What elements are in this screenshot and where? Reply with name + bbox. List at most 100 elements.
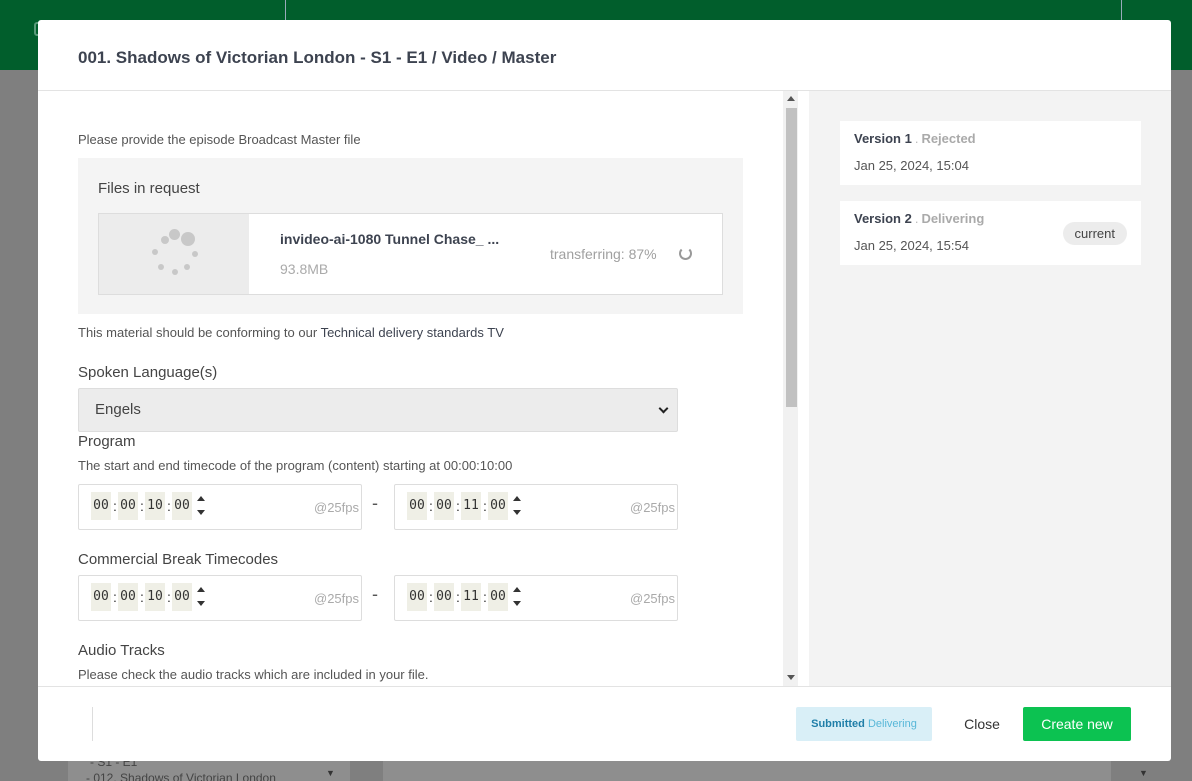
timecode-separator: : (113, 498, 117, 514)
version-title: Version 1 (854, 131, 912, 146)
fps-label: @25fps (630, 500, 675, 515)
increment-icon[interactable] (197, 587, 205, 592)
form-scrollbar[interactable] (783, 91, 798, 686)
timecode-frames[interactable]: 00 (172, 583, 192, 611)
separator-dot: . (914, 211, 919, 226)
spinner-dot (192, 251, 198, 257)
version-status: Delivering (921, 211, 985, 226)
current-version-badge: current (1062, 222, 1127, 245)
timecode-hours[interactable]: 00 (407, 492, 427, 520)
files-in-request: Files in request invideo-ai-1080 Tunnel … (78, 158, 743, 314)
increment-icon[interactable] (513, 496, 521, 501)
timecode-separator: : (483, 498, 487, 514)
range-separator: - (372, 493, 378, 513)
timecode-seconds[interactable]: 10 (145, 492, 165, 520)
modal-body: Please provide the episode Broadcast Mas… (38, 91, 1171, 686)
timecode-separator: : (456, 589, 460, 605)
file-card[interactable]: invideo-ai-1080 Tunnel Chase_ ... 93.8MB… (98, 213, 723, 295)
spoken-language-value: Engels (95, 401, 141, 418)
timecode-hours[interactable]: 00 (91, 583, 111, 611)
status-badge: Submitted Delivering (796, 707, 932, 741)
request-form: Please provide the episode Broadcast Mas… (38, 91, 798, 686)
timecode-frames[interactable]: 00 (172, 492, 192, 520)
timecode-separator: : (483, 589, 487, 605)
timecode-separator: : (140, 589, 144, 605)
fps-label: @25fps (314, 591, 359, 606)
timecode-hours[interactable]: 00 (91, 492, 111, 520)
timecode-frames[interactable]: 00 (488, 492, 508, 520)
spinner-dot (181, 232, 195, 246)
conform-notice: This material should be conforming to ou… (78, 325, 504, 340)
version-title: Version 2 (854, 211, 912, 226)
timecode-seconds[interactable]: 11 (461, 492, 481, 520)
program-start-timecode[interactable]: 00 : 00 : 10 : 00 @25fps (78, 484, 362, 530)
loading-spinner-icon (99, 214, 249, 294)
header-divider (1121, 0, 1122, 20)
timecode-separator: : (456, 498, 460, 514)
audio-tracks-label: Audio Tracks (78, 642, 165, 659)
decrement-icon[interactable] (513, 601, 521, 606)
chevron-down-icon: ▼ (326, 768, 335, 778)
decrement-icon[interactable] (197, 601, 205, 606)
timecode-separator: : (140, 498, 144, 514)
scrollbar-thumb[interactable] (786, 108, 797, 407)
modal-footer: Submitted Delivering Close Create new (38, 686, 1171, 761)
refresh-icon (679, 247, 692, 260)
modal-header: 001. Shadows of Victorian London - S1 - … (38, 20, 1171, 91)
version-status: Rejected (921, 131, 976, 146)
timecode-separator: : (167, 589, 171, 605)
header-divider (285, 0, 286, 20)
program-label: Program (78, 433, 136, 450)
status-submitted: Submitted (811, 718, 865, 730)
fps-label: @25fps (630, 591, 675, 606)
timecode-minutes[interactable]: 00 (434, 492, 454, 520)
files-title: Files in request (98, 180, 200, 197)
timecode-hours[interactable]: 00 (407, 583, 427, 611)
scroll-down-icon[interactable] (787, 675, 795, 680)
chevron-down-icon (658, 403, 669, 414)
fps-label: @25fps (314, 500, 359, 515)
timecode-minutes[interactable]: 00 (118, 583, 138, 611)
audio-tracks-description: Please check the audio tracks which are … (78, 667, 429, 682)
transfer-status: transferring: 87% (550, 246, 657, 262)
technical-standards-link[interactable]: Technical delivery standards TV (321, 325, 504, 340)
commercial-start-timecode[interactable]: 00 : 00 : 10 : 00 @25fps (78, 575, 362, 621)
version-title-row: Version 1. Rejected (854, 131, 1127, 146)
chevron-down-icon: ▼ (1139, 768, 1148, 778)
footer-divider (92, 707, 93, 741)
spinner-dot (184, 264, 190, 270)
version-date: Jan 25, 2024, 15:04 (854, 158, 969, 173)
background-tree-item: - 012. Shadows of Victorian London (86, 771, 276, 781)
decrement-icon[interactable] (197, 510, 205, 515)
increment-icon[interactable] (197, 496, 205, 501)
spinner-dot (161, 236, 169, 244)
version-item[interactable]: Version 2. Delivering Jan 25, 2024, 15:54… (840, 201, 1141, 265)
spoken-language-select[interactable]: Engels (78, 388, 678, 432)
timecode-minutes[interactable]: 00 (434, 583, 454, 611)
scroll-up-icon[interactable] (787, 96, 795, 101)
create-new-button[interactable]: Create new (1023, 707, 1131, 741)
file-name: invideo-ai-1080 Tunnel Chase_ ... (280, 231, 500, 247)
spoken-language-label: Spoken Language(s) (78, 364, 218, 381)
commercial-end-timecode[interactable]: 00 : 00 : 11 : 00 @25fps (394, 575, 678, 621)
timecode-frames[interactable]: 00 (488, 583, 508, 611)
timecode-seconds[interactable]: 10 (145, 583, 165, 611)
spinner-dot (158, 264, 164, 270)
timecode-separator: : (167, 498, 171, 514)
timecode-separator: : (113, 589, 117, 605)
conform-text: This material should be conforming to ou… (78, 325, 318, 340)
close-button[interactable]: Close (958, 707, 1006, 741)
timecode-separator: : (429, 589, 433, 605)
timecode-seconds[interactable]: 11 (461, 583, 481, 611)
version-modal: 001. Shadows of Victorian London - S1 - … (38, 20, 1171, 761)
version-item[interactable]: Version 1. Rejected Jan 25, 2024, 15:04 (840, 121, 1141, 185)
range-separator: - (372, 584, 378, 604)
spinner-dot (172, 269, 178, 275)
program-end-timecode[interactable]: 00 : 00 : 11 : 00 @25fps (394, 484, 678, 530)
timecode-minutes[interactable]: 00 (118, 492, 138, 520)
timecode-separator: : (429, 498, 433, 514)
file-size: 93.8MB (280, 261, 329, 277)
increment-icon[interactable] (513, 587, 521, 592)
decrement-icon[interactable] (513, 510, 521, 515)
commercial-break-label: Commercial Break Timecodes (78, 551, 279, 568)
